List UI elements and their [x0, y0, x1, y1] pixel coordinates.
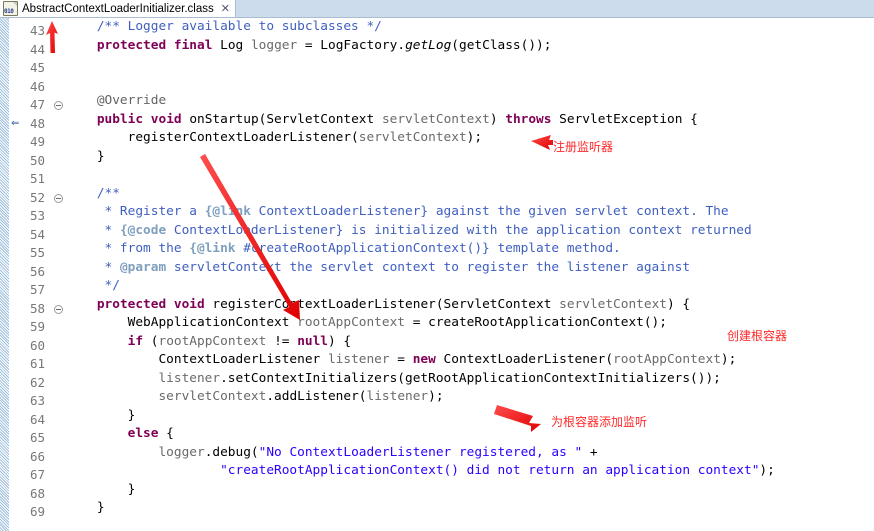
- code-line[interactable]: else {: [66, 425, 874, 444]
- fold-collapse-icon[interactable]: [54, 304, 63, 314]
- add-listener-note: 为根容器添加监听: [551, 415, 648, 429]
- line-number: 49: [29, 134, 45, 149]
- code-line[interactable]: "createRootApplicationContext() did not …: [66, 462, 874, 481]
- line-number: 57: [29, 282, 45, 297]
- line-number: 48: [29, 115, 45, 131]
- line-number: 67: [29, 467, 45, 482]
- code-line[interactable]: ContextLoaderListener listener = new Con…: [66, 351, 874, 370]
- code-line[interactable]: [66, 74, 874, 93]
- line-number: 44: [29, 41, 45, 57]
- line-number: 46: [29, 78, 45, 94]
- code-line[interactable]: * @param servletContext the servlet cont…: [66, 259, 874, 278]
- line-number: 45: [29, 60, 45, 75]
- code-line[interactable]: * from the {@link #createRootApplication…: [66, 240, 874, 259]
- line-number: 59: [29, 319, 45, 334]
- code-line[interactable]: /**: [66, 185, 874, 204]
- code-line[interactable]: logger.debug("No ContextLoaderListener r…: [66, 444, 874, 463]
- tab-abstractcontextloaderinitializer[interactable]: 010 AbstractContextLoaderInitializer.cla…: [0, 0, 236, 17]
- code-line[interactable]: public void onStartup(ServletContext ser…: [66, 111, 874, 130]
- line-number: 66: [29, 448, 45, 464]
- override-marker-icon: ⇐: [11, 117, 20, 129]
- line-number: 63: [29, 393, 45, 408]
- line-number: 62: [29, 374, 45, 390]
- line-number-ruler: 43 44 45 46 47 48 ⇐ 49 50 51 52 53 54 55 56 57 58 59 60 61 6…: [9, 18, 65, 531]
- line-number: 68: [29, 485, 45, 501]
- code-line[interactable]: @Override: [66, 92, 874, 111]
- line-number: 55: [29, 245, 45, 260]
- code-line[interactable]: [66, 55, 874, 74]
- code-line[interactable]: protected final Log logger = LogFactory.…: [66, 37, 874, 56]
- tab-label: AbstractContextLoaderInitializer.class: [22, 2, 214, 15]
- editor-tab-bar: 010 AbstractContextLoaderInitializer.cla…: [0, 0, 874, 18]
- line-number: 64: [29, 411, 45, 427]
- code-line[interactable]: }: [66, 499, 874, 518]
- line-number: 47: [29, 97, 45, 112]
- line-number: 43: [29, 23, 45, 38]
- code-line[interactable]: */: [66, 277, 874, 296]
- code-line[interactable]: }: [66, 148, 874, 167]
- create-root-container-note: 创建根容器: [727, 329, 788, 343]
- line-number: 51: [29, 171, 45, 186]
- line-number: 60: [29, 337, 45, 353]
- code-line[interactable]: servletContext.addListener(listener);: [66, 388, 874, 407]
- code-line[interactable]: registerContextLoaderListener(servletCon…: [66, 129, 874, 148]
- line-number: 53: [29, 208, 45, 223]
- code-line[interactable]: [66, 166, 874, 185]
- line-number: 52: [29, 189, 45, 205]
- source-code-area[interactable]: /** Logger available to subclasses */ pr…: [66, 18, 874, 531]
- fold-collapse-icon[interactable]: [54, 193, 63, 203]
- code-line[interactable]: /** Logger available to subclasses */: [66, 18, 874, 37]
- code-line[interactable]: protected void registerContextLoaderList…: [66, 296, 874, 315]
- code-line[interactable]: listener.setContextInitializers(getRootA…: [66, 370, 874, 389]
- line-number: 61: [29, 356, 45, 371]
- register-listener-note: 注册监听器: [553, 140, 614, 154]
- code-editor[interactable]: 43 44 45 46 47 48 ⇐ 49 50 51 52 53 54 55 56 57 58 59 60 61 6…: [0, 18, 874, 531]
- code-line[interactable]: * {@code ContextLoaderListener} is initi…: [66, 222, 874, 241]
- line-number: 56: [29, 263, 45, 279]
- class-file-icon: 010: [3, 1, 18, 16]
- line-number: 65: [29, 430, 45, 445]
- code-line[interactable]: * Register a {@link ContextLoaderListene…: [66, 203, 874, 222]
- code-line[interactable]: }: [66, 407, 874, 426]
- line-number: 54: [29, 226, 45, 242]
- close-icon[interactable]: ✕: [221, 2, 230, 15]
- line-number: 69: [29, 504, 45, 519]
- tab-bar-empty-area: [235, 0, 874, 17]
- fold-collapse-icon[interactable]: [54, 101, 63, 110]
- line-number: 50: [29, 152, 45, 168]
- code-line[interactable]: }: [66, 481, 874, 500]
- line-number: 58: [29, 300, 45, 316]
